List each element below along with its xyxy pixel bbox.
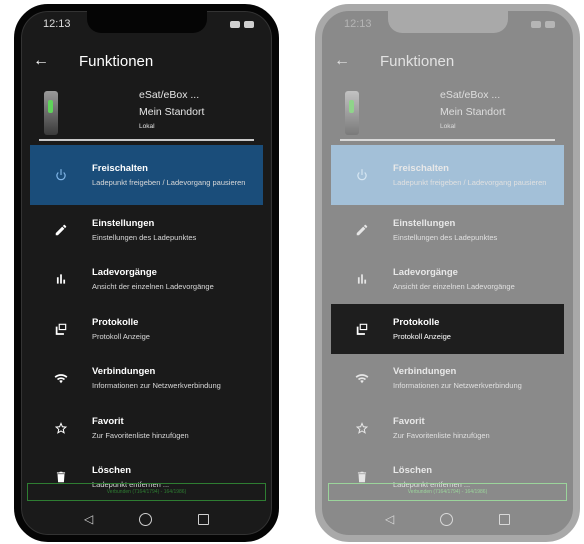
wifi-icon: [331, 371, 393, 385]
page-title: Funktionen: [79, 52, 154, 70]
device-mode: Lokal: [440, 123, 456, 130]
page-title: Funktionen: [380, 52, 455, 70]
menu-item-subtitle: Protokoll Anzeige: [393, 331, 451, 341]
menu-item-subtitle: Zur Favoritenliste hinzufügen: [393, 430, 490, 440]
menu-item-subtitle: Einstellungen des Ladepunktes: [92, 232, 197, 242]
menu-item-subtitle: Informationen zur Netzwerkverbindung: [92, 381, 221, 390]
menu-item-title: Verbindungen: [393, 366, 457, 377]
menu-item-title: Einstellungen: [92, 217, 155, 229]
power-icon: [331, 168, 393, 182]
divider: [340, 139, 555, 141]
wifi-icon: [30, 371, 92, 385]
star-icon: [331, 421, 393, 435]
function-menu: Freischalten Ladepunkt freigeben / Ladevo…: [331, 145, 564, 502]
app-bar: ← Funktionen: [21, 43, 272, 79]
charger-image: [40, 91, 62, 135]
menu-item-title: Ladevorgänge: [393, 267, 458, 278]
signal-icon: [531, 20, 541, 28]
nav-back-icon[interactable]: ◁: [84, 512, 93, 526]
menu-item-subtitle: Einstellungen des Ladepunktes: [393, 232, 498, 242]
menu-item-freischalten[interactable]: Freischalten Ladepunkt freigeben / Ladevo…: [30, 145, 263, 205]
menu-item-verbindungen[interactable]: Verbindungen Informationen zur Netzwerkve…: [30, 354, 263, 404]
menu-item-title: Protokolle: [92, 316, 139, 328]
menu-item-title: Favorit: [393, 415, 425, 427]
phone-left: 12:13 ← Funktionen eSat/eBox ... Mein St…: [14, 4, 279, 542]
android-nav-bar: ◁: [322, 503, 573, 535]
log-stack-icon: [331, 322, 393, 336]
device-name: eSat/eBox ...: [139, 89, 200, 101]
menu-item-ladevorgaenge[interactable]: Ladevorgänge Ansicht der einzelnen Ladevo…: [30, 255, 263, 305]
bar-chart-icon: [30, 272, 92, 286]
menu-item-ladevorgaenge[interactable]: Ladevorgänge Ansicht der einzelnen Ladevo…: [331, 255, 564, 305]
status-bar: 12:13: [21, 11, 272, 37]
menu-item-title: Favorit: [92, 415, 124, 427]
menu-item-title: Ladevorgänge: [92, 267, 157, 278]
menu-item-subtitle: Ansicht der einzelnen Ladevorgänge: [393, 282, 515, 291]
menu-item-freischalten[interactable]: Freischalten Ladepunkt freigeben / Ladevo…: [331, 145, 564, 205]
device-location: Mein Standort: [440, 106, 506, 118]
device-mode: Lokal: [139, 123, 155, 130]
menu-item-subtitle: Ladepunkt freigeben / Ladevorgang pausie…: [92, 177, 246, 187]
menu-item-title: Freischalten: [92, 162, 148, 174]
bar-chart-icon: [331, 272, 393, 286]
divider: [39, 139, 254, 141]
battery-icon: [545, 20, 555, 28]
status-bar: 12:13: [322, 11, 573, 37]
connection-status-bar: Verbunden (7164/1794) - 164/1986): [328, 483, 567, 501]
nav-back-icon[interactable]: ◁: [385, 512, 394, 526]
menu-item-subtitle: Informationen zur Netzwerkverbindung: [393, 381, 522, 390]
signal-icon: [230, 20, 240, 28]
battery-icon: [244, 20, 254, 28]
back-arrow-icon[interactable]: ←: [334, 52, 356, 70]
log-stack-icon: [30, 322, 92, 336]
pencil-icon: [30, 223, 92, 237]
menu-item-title: Protokolle: [393, 316, 440, 328]
menu-item-subtitle: Protokoll Anzeige: [92, 331, 150, 341]
device-location: Mein Standort: [139, 106, 205, 118]
menu-item-title: Verbindungen: [92, 366, 156, 377]
device-header: eSat/eBox ... Mein Standort Lokal: [21, 87, 272, 141]
nav-recents-icon[interactable]: [499, 513, 511, 525]
menu-item-title: Löschen: [92, 465, 132, 476]
menu-item-favorit[interactable]: Favorit Zur Favoritenliste hinzufügen: [331, 403, 564, 453]
status-icons: [531, 20, 555, 28]
menu-item-protokolle[interactable]: Protokolle Protokoll Anzeige: [30, 304, 263, 354]
function-menu: Freischalten Ladepunkt freigeben / Ladevo…: [30, 145, 263, 502]
status-time: 12:13: [43, 18, 71, 30]
phone-right: 12:13 ← Funktionen eSat/eBox ... Mein St…: [315, 4, 580, 542]
app-screen-left: 12:13 ← Funktionen eSat/eBox ... Mein St…: [21, 11, 272, 535]
android-nav-bar: ◁: [21, 503, 272, 535]
menu-item-title: Löschen: [393, 465, 433, 476]
nav-recents-icon[interactable]: [198, 513, 210, 525]
pencil-icon: [331, 223, 393, 237]
back-arrow-icon[interactable]: ←: [33, 52, 55, 70]
status-icons: [230, 20, 254, 28]
menu-item-title: Freischalten: [393, 162, 449, 174]
device-name: eSat/eBox ...: [440, 89, 501, 101]
menu-item-subtitle: Ansicht der einzelnen Ladevorgänge: [92, 282, 214, 291]
menu-item-verbindungen[interactable]: Verbindungen Informationen zur Netzwerkve…: [331, 354, 564, 404]
app-screen-right: 12:13 ← Funktionen eSat/eBox ... Mein St…: [322, 11, 573, 535]
nav-home-icon[interactable]: [139, 512, 153, 526]
power-icon: [30, 168, 92, 182]
connection-status-bar: Verbunden (7164/1794) - 164/1986): [27, 483, 266, 501]
app-bar: ← Funktionen: [322, 43, 573, 79]
device-header: eSat/eBox ... Mein Standort Lokal: [322, 87, 573, 141]
star-icon: [30, 421, 92, 435]
menu-item-title: Einstellungen: [393, 217, 456, 229]
menu-item-protokolle[interactable]: Protokolle Protokoll Anzeige: [331, 304, 564, 354]
menu-item-subtitle: Zur Favoritenliste hinzufügen: [92, 430, 189, 440]
menu-item-subtitle: Ladepunkt freigeben / Ladevorgang pausie…: [393, 177, 547, 187]
menu-item-einstellungen[interactable]: Einstellungen Einstellungen des Ladepunkt…: [331, 205, 564, 255]
nav-home-icon[interactable]: [440, 512, 454, 526]
menu-item-favorit[interactable]: Favorit Zur Favoritenliste hinzufügen: [30, 403, 263, 453]
status-time: 12:13: [344, 18, 372, 30]
menu-item-einstellungen[interactable]: Einstellungen Einstellungen des Ladepunkt…: [30, 205, 263, 255]
charger-image: [341, 91, 363, 135]
